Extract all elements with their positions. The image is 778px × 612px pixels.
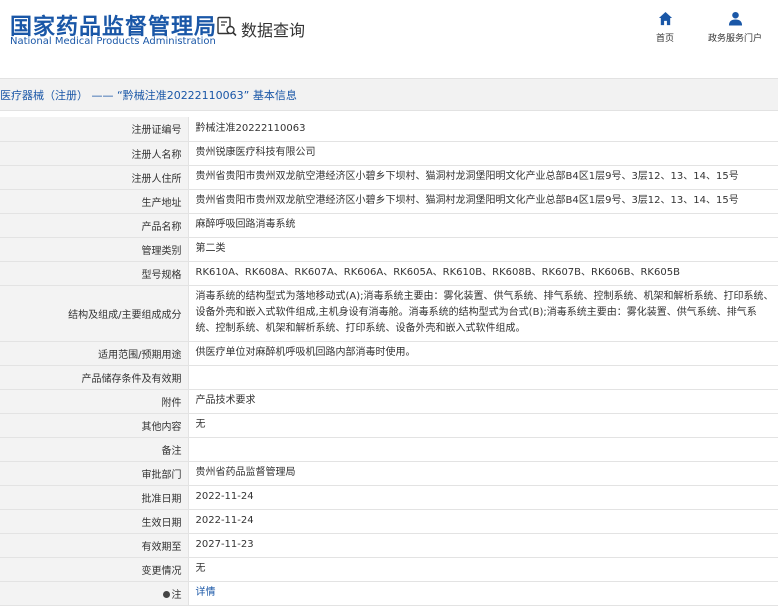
- table-row: 附件 产品技术要求: [0, 389, 778, 414]
- row-label: 批准日期: [0, 485, 188, 510]
- note-label: 注: [171, 589, 182, 601]
- row-label: 注册证编号: [0, 117, 188, 142]
- table-row: 其他内容 无: [0, 413, 778, 438]
- home-icon: [650, 11, 680, 26]
- row-label: 其他内容: [0, 413, 188, 438]
- table-row: 型号规格 RK610A、RK608A、RK607A、RK606A、RK605A、…: [0, 261, 778, 286]
- row-value: 第二类: [187, 237, 778, 262]
- row-label: 有效期至: [0, 533, 188, 558]
- nav-home-link[interactable]: 首页: [650, 11, 680, 44]
- document-search-icon: [216, 16, 238, 42]
- row-label: 结构及组成/主要组成成分: [0, 285, 188, 342]
- row-label: 产品名称: [0, 213, 188, 238]
- row-label: 生产地址: [0, 189, 188, 214]
- data-query-heading: 数据查询: [216, 16, 305, 42]
- row-label: 附件: [0, 389, 188, 414]
- row-label: 注册人名称: [0, 141, 188, 166]
- table-row: 管理类别 第二类: [0, 237, 778, 262]
- table-row: 产品名称 麻醉呼吸回路消毒系统: [0, 213, 778, 238]
- table-row: 生效日期 2022-11-24: [0, 509, 778, 534]
- row-value: 黔械注准20222110063: [187, 117, 778, 142]
- row-label: 适用范围/预期用途: [0, 341, 188, 366]
- data-query-label: 数据查询: [241, 21, 306, 40]
- breadcrumb-bar: 医疗器械（注册） —— “黔械注准20222110063” 基本信息: [0, 78, 778, 111]
- table-row-note: 注 详情: [0, 581, 778, 606]
- table-row: 变更情况 无: [0, 557, 778, 582]
- table-row: 适用范围/预期用途 供医疗单位对麻醉机呼吸机回路内部消毒时使用。: [0, 341, 778, 366]
- site-logo-subtitle: National Medical Products Administration: [10, 36, 216, 47]
- row-label: 型号规格: [0, 261, 188, 286]
- row-value: 麻醉呼吸回路消毒系统: [187, 213, 778, 238]
- table-row: 生产地址 贵州省贵阳市贵州双龙航空港经济区小碧乡下坝村、猫洞村龙洞堡阳明文化产业…: [0, 189, 778, 214]
- row-value: RK610A、RK608A、RK607A、RK606A、RK605A、RK610…: [187, 261, 778, 286]
- row-value: [187, 365, 778, 390]
- note-row-label: 注: [0, 581, 188, 606]
- row-label: 注册人住所: [0, 165, 188, 190]
- breadcrumb: 医疗器械（注册） —— “黔械注准20222110063” 基本信息: [0, 89, 297, 102]
- row-value: 供医疗单位对麻醉机呼吸机回路内部消毒时使用。: [187, 341, 778, 366]
- note-row-value: 详情: [187, 581, 778, 606]
- nav-home-label: 首页: [655, 34, 674, 44]
- detail-link[interactable]: 详情: [196, 587, 216, 598]
- row-label: 审批部门: [0, 461, 188, 486]
- table-row: 有效期至 2027-11-23: [0, 533, 778, 558]
- row-value: 2022-11-24: [187, 485, 778, 510]
- row-value: 贵州省药品监督管理局: [187, 461, 778, 486]
- row-label: 产品储存条件及有效期: [0, 365, 188, 390]
- table-row: 审批部门 贵州省药品监督管理局: [0, 461, 778, 486]
- table-row: 注册证编号 黔械注准20222110063: [0, 117, 778, 142]
- note-icon: [162, 591, 170, 598]
- row-value: 无: [187, 557, 778, 582]
- user-icon: [702, 11, 768, 26]
- table-row: 备注: [0, 437, 778, 462]
- row-value: 贵州省贵阳市贵州双龙航空港经济区小碧乡下坝村、猫洞村龙洞堡阳明文化产业总部B4区…: [187, 165, 778, 190]
- row-value: 消毒系统的结构型式为落地移动式(A);消毒系统主要由：雾化装置、供气系统、排气系…: [187, 285, 778, 342]
- table-row: 注册人住所 贵州省贵阳市贵州双龙航空港经济区小碧乡下坝村、猫洞村龙洞堡阳明文化产…: [0, 165, 778, 190]
- row-label: 备注: [0, 437, 188, 462]
- table-row: 注册人名称 贵州锐康医疗科技有限公司: [0, 141, 778, 166]
- row-value: 2022-11-24: [187, 509, 778, 534]
- row-value: [187, 437, 778, 462]
- table-row: 产品储存条件及有效期: [0, 365, 778, 390]
- row-value: 2027-11-23: [187, 533, 778, 558]
- nav-service-portal-link[interactable]: 政务服务门户: [702, 11, 768, 44]
- table-row: 批准日期 2022-11-24: [0, 485, 778, 510]
- registration-info-table: 注册证编号 黔械注准20222110063 注册人名称 贵州锐康医疗科技有限公司…: [0, 117, 778, 606]
- row-label: 管理类别: [0, 237, 188, 262]
- row-value: 贵州锐康医疗科技有限公司: [187, 141, 778, 166]
- row-label: 生效日期: [0, 509, 188, 534]
- row-value: 无: [187, 413, 778, 438]
- row-value: 贵州省贵阳市贵州双龙航空港经济区小碧乡下坝村、猫洞村龙洞堡阳明文化产业总部B4区…: [187, 189, 778, 214]
- table-row: 结构及组成/主要组成成分 消毒系统的结构型式为落地移动式(A);消毒系统主要由：…: [0, 285, 778, 342]
- site-header: 国家药品监督管理局 National Medical Products Admi…: [0, 0, 778, 68]
- row-label: 变更情况: [0, 557, 188, 582]
- nav-service-portal-label: 政务服务门户: [707, 34, 762, 44]
- row-value: 产品技术要求: [187, 389, 778, 414]
